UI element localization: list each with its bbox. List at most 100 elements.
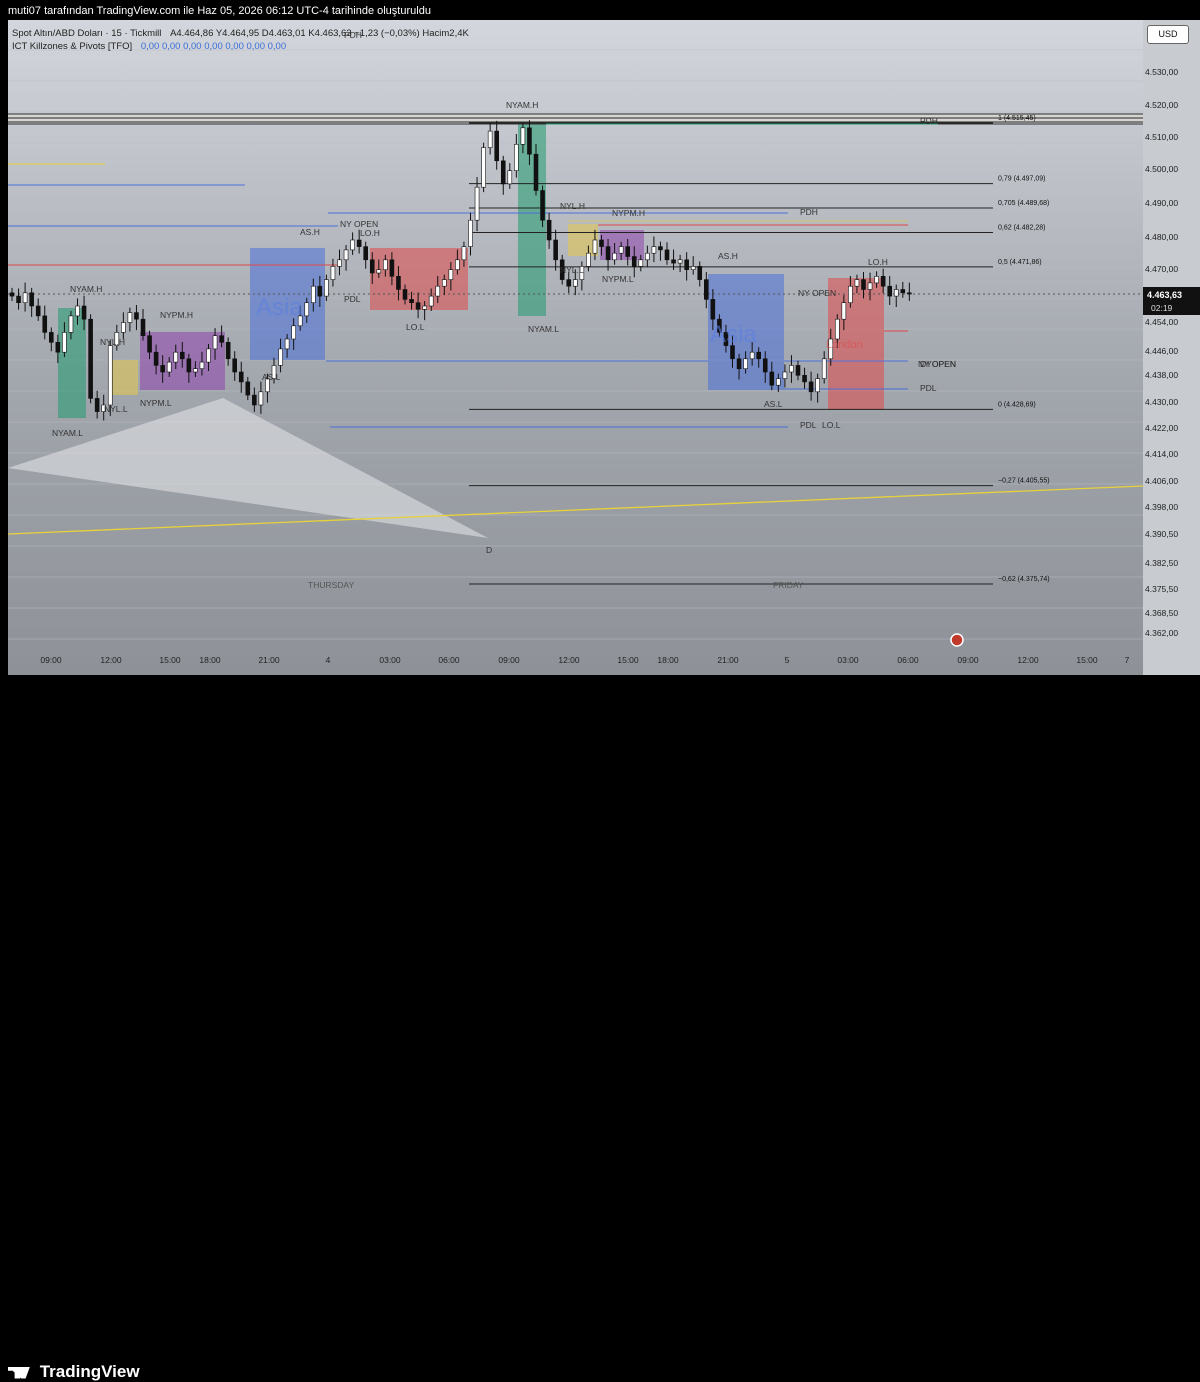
fib-level-label: 0 (4.428,69) <box>998 401 1036 408</box>
session-label: PDL <box>344 294 361 304</box>
candle-body <box>690 266 696 270</box>
legend-symbol: Spot Altın/ABD Doları · 15 · Tickmill <box>12 28 162 39</box>
fib-level-label: 1 (4.515,45) <box>998 115 1036 122</box>
session-label: AS.H <box>718 251 738 261</box>
candle-body <box>166 361 172 373</box>
candle-body <box>500 160 506 185</box>
legend-ohlc: A4.464,86 Y4.464,95 D4.463,01 K4.463,63 … <box>170 28 469 39</box>
legend-symbol-row: Spot Altın/ABD Doları · 15 · Tickmill A4… <box>12 28 469 39</box>
candle-body <box>553 239 558 261</box>
candle-body <box>199 361 205 370</box>
y-tick-label: 4.406,00 <box>1145 476 1178 486</box>
candle-body <box>356 239 362 247</box>
candle-body <box>900 289 906 294</box>
chart-svg: 1 (4.515,45) 0,79 (4.497,09) 0,705 (4.489,… <box>8 30 1143 665</box>
candle-body <box>147 335 152 353</box>
candle-body <box>789 365 794 373</box>
y-tick-label: 4.414,00 <box>1145 449 1178 459</box>
session-label: NYL.L <box>104 404 128 414</box>
x-tick-label: 18:00 <box>199 655 221 665</box>
candle-body <box>343 249 349 261</box>
session-watermark: Asia <box>710 321 757 348</box>
session-label: LO.L <box>406 322 425 332</box>
candle-body <box>599 239 604 247</box>
candle-body <box>225 341 231 360</box>
x-tick-label: 12:00 <box>1017 655 1039 665</box>
candle-body <box>821 358 827 379</box>
candle-body <box>180 351 185 360</box>
candle-body <box>795 365 801 376</box>
session-label: PDL <box>920 383 937 393</box>
candle-body <box>422 305 427 310</box>
x-tick-label: 5 <box>785 655 790 665</box>
session-label: AS.L <box>764 399 783 409</box>
candle-body <box>402 289 408 300</box>
session-label: LO.H <box>868 257 888 267</box>
us-flag-icon <box>950 633 964 647</box>
legend-indicator-values: 0,00 0,00 0,00 0,00 0,00 0,00 0,00 <box>140 41 287 52</box>
x-tick-label: 7 <box>1125 655 1130 665</box>
candle-body <box>81 305 87 320</box>
session-label: LO.H <box>360 228 380 238</box>
y-tick-label: 4.375,50 <box>1145 584 1178 594</box>
candle-body <box>376 269 382 274</box>
y-tick-label: 4.500,00 <box>1145 164 1178 174</box>
candle-body <box>487 130 493 148</box>
candle-body <box>94 398 100 412</box>
session-watermark: Asia <box>256 294 303 321</box>
x-tick-label: 15:00 <box>1076 655 1098 665</box>
footer-bar: TradingView <box>0 676 1200 1381</box>
candle-body <box>212 335 218 350</box>
candle-body <box>461 246 467 261</box>
candle-body <box>68 315 74 333</box>
candle-body <box>474 186 480 221</box>
x-tick-label: 21:00 <box>258 655 280 665</box>
fib-level-label: 0,62 (4.482,28) <box>998 224 1045 231</box>
chart-area[interactable]: 1 (4.515,45) 0,79 (4.497,09) 0,705 (4.489,… <box>8 20 1143 675</box>
candle-body <box>29 292 34 307</box>
session-label: PDL <box>800 420 817 430</box>
candle-body <box>238 371 244 383</box>
candle-body <box>527 127 532 155</box>
fib-level-label: 0,5 (4.471,86) <box>998 259 1042 266</box>
candle-body <box>566 279 572 287</box>
candle-body <box>762 358 768 373</box>
y-tick-label: 4.470,00 <box>1145 264 1178 274</box>
candle-body <box>304 302 310 317</box>
candle-body <box>769 371 775 386</box>
tv-logo-text: TradingView <box>39 1362 140 1381</box>
candle-body <box>107 345 113 406</box>
currency-button[interactable]: USD <box>1147 25 1189 44</box>
candle-body <box>48 332 54 343</box>
y-tick-label: 4.382,50 <box>1145 558 1178 568</box>
candle-body <box>35 305 41 317</box>
session-label: D <box>486 545 492 555</box>
candle-body <box>140 318 146 337</box>
candle-body <box>887 285 893 297</box>
x-tick-label: 09:00 <box>957 655 979 665</box>
candle-body <box>134 312 139 320</box>
candle-body <box>324 279 329 297</box>
price-axis[interactable]: 4.530,00 4.520,00 4.510,00 4.500,00 4.490,00… <box>1143 20 1200 675</box>
candle-body <box>153 351 159 366</box>
candle-body <box>127 312 133 323</box>
candle-body <box>625 246 631 257</box>
y-tick-label: 4.422,00 <box>1145 423 1178 433</box>
x-tick-label: 15:00 <box>617 655 639 665</box>
candle-body <box>468 219 473 247</box>
candle-body <box>9 292 15 297</box>
candle-body <box>756 351 762 360</box>
candle-body <box>586 252 591 267</box>
day-label-friday: FRIDAY <box>773 580 804 590</box>
session-label: NYAM.H <box>70 284 102 294</box>
header-title: muti07 tarafından TradingView.com ile Ha… <box>8 5 431 17</box>
candle-body <box>428 295 434 307</box>
y-tick-label: 4.438,00 <box>1145 370 1178 380</box>
session-label: NY OPEN <box>340 219 378 229</box>
candle-body <box>776 378 781 386</box>
candle-body <box>193 368 198 373</box>
candle-body <box>42 315 48 333</box>
session-label: NYL.H <box>560 201 585 211</box>
candle-body <box>363 246 369 261</box>
london-session-box <box>370 248 468 310</box>
